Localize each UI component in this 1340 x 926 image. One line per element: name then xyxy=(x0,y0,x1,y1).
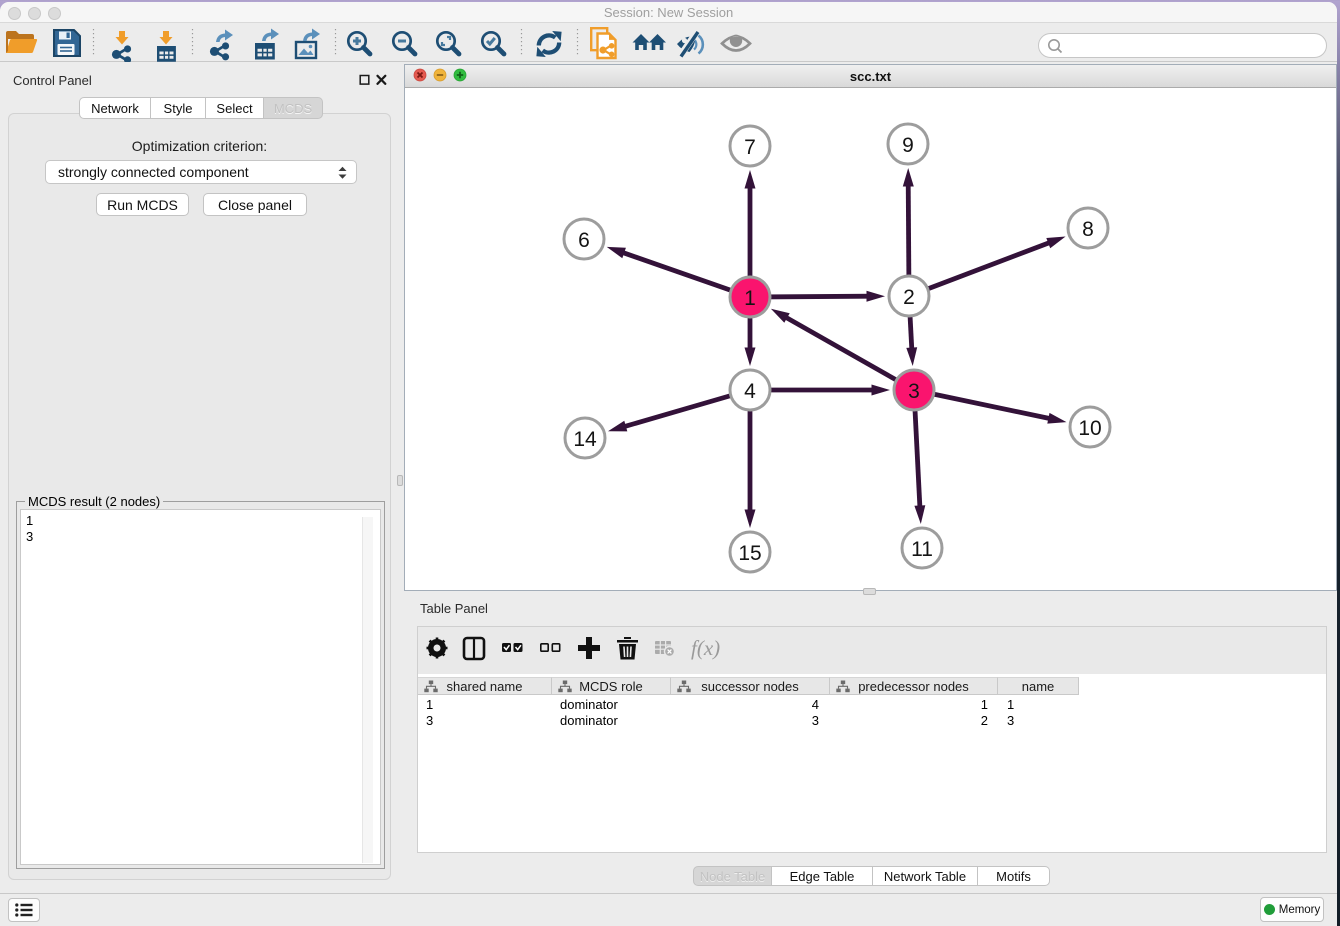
svg-text:2: 2 xyxy=(903,286,915,309)
svg-text:11: 11 xyxy=(911,538,933,561)
svg-text:4: 4 xyxy=(744,380,756,403)
svg-text:6: 6 xyxy=(578,229,590,252)
svg-text:f(x): f(x) xyxy=(691,636,720,660)
svg-text:7: 7 xyxy=(744,136,756,159)
svg-text:1: 1 xyxy=(744,287,756,310)
svg-text:14: 14 xyxy=(573,428,597,451)
svg-text:8: 8 xyxy=(1082,218,1094,241)
svg-text:9: 9 xyxy=(902,134,914,157)
svg-text:15: 15 xyxy=(738,542,761,565)
svg-text:10: 10 xyxy=(1078,417,1101,440)
svg-text:3: 3 xyxy=(908,380,920,403)
